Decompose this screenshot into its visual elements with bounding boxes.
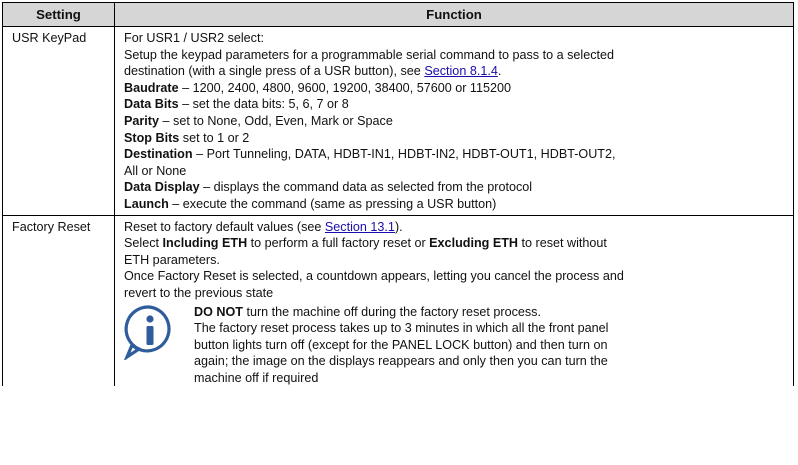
usr-destination-cont: All or None [124, 163, 187, 178]
setting-factory-reset: Factory Reset [2, 214, 115, 387]
usr-line-destination-ref: destination (with a single press of a US… [124, 64, 502, 79]
usr-stop-bits: Stop Bits set to 1 or 2 [124, 130, 250, 145]
usr-baudrate: Baudrate – 1200, 2400, 4800, 9600, 19200… [124, 80, 511, 95]
settings-table: Setting Function USR KeyPad For USR1 / U… [2, 2, 794, 387]
usr-data-bits: Data Bits – set the data bits: 5, 6, 7 o… [124, 97, 349, 112]
function-factory-reset: Reset to factory default values (see Sec… [114, 214, 794, 387]
usr-line-setup: Setup the keypad parameters for a progra… [124, 47, 615, 62]
function-usr-keypad: For USR1 / USR2 select: Setup the keypad… [114, 26, 794, 216]
section-13-1-link[interactable]: Section 13.1 [325, 220, 395, 234]
info-icon [123, 304, 194, 387]
table-header-row: Setting Function [2, 2, 794, 27]
note-line-1: DO NOT turn the machine off during the f… [194, 304, 541, 319]
header-function: Function [114, 2, 794, 27]
usr-launch: Launch – execute the command (same as pr… [124, 196, 497, 211]
section-8-1-4-link[interactable]: Section 8.1.4 [424, 64, 498, 78]
note-line-3: button lights turn off (except for the P… [194, 337, 608, 352]
note-text: DO NOT turn the machine off during the f… [194, 304, 787, 387]
note-line-2: The factory reset process takes up to 3 … [194, 321, 609, 336]
usr-data-display: Data Display – displays the command data… [124, 180, 533, 195]
usr-destination: Destination – Port Tunneling, DATA, HDBT… [124, 147, 616, 162]
note-line-4: again; the image on the displays reappea… [194, 354, 608, 369]
setting-usr-keypad: USR KeyPad [2, 26, 115, 216]
factory-line-countdown: Once Factory Reset is selected, a countd… [124, 269, 624, 284]
factory-line-reset: Reset to factory default values (see Sec… [124, 219, 403, 234]
factory-line-eth: ETH parameters. [124, 252, 220, 267]
header-setting: Setting [2, 2, 115, 27]
table-row: Factory Reset Reset to factory default v… [2, 214, 794, 387]
warning-note: DO NOT turn the machine off during the f… [123, 304, 787, 387]
note-line-5: machine off if required [194, 370, 319, 385]
table-row: USR KeyPad For USR1 / USR2 select: Setup… [2, 26, 794, 216]
info-icon-graphic [123, 304, 171, 361]
usr-line-select: For USR1 / USR2 select: [124, 31, 264, 45]
factory-line-revert: revert to the previous state [124, 285, 274, 300]
usr-parity: Parity – set to None, Odd, Even, Mark or… [124, 113, 393, 128]
factory-line-select: Select Including ETH to perform a full f… [124, 236, 607, 251]
